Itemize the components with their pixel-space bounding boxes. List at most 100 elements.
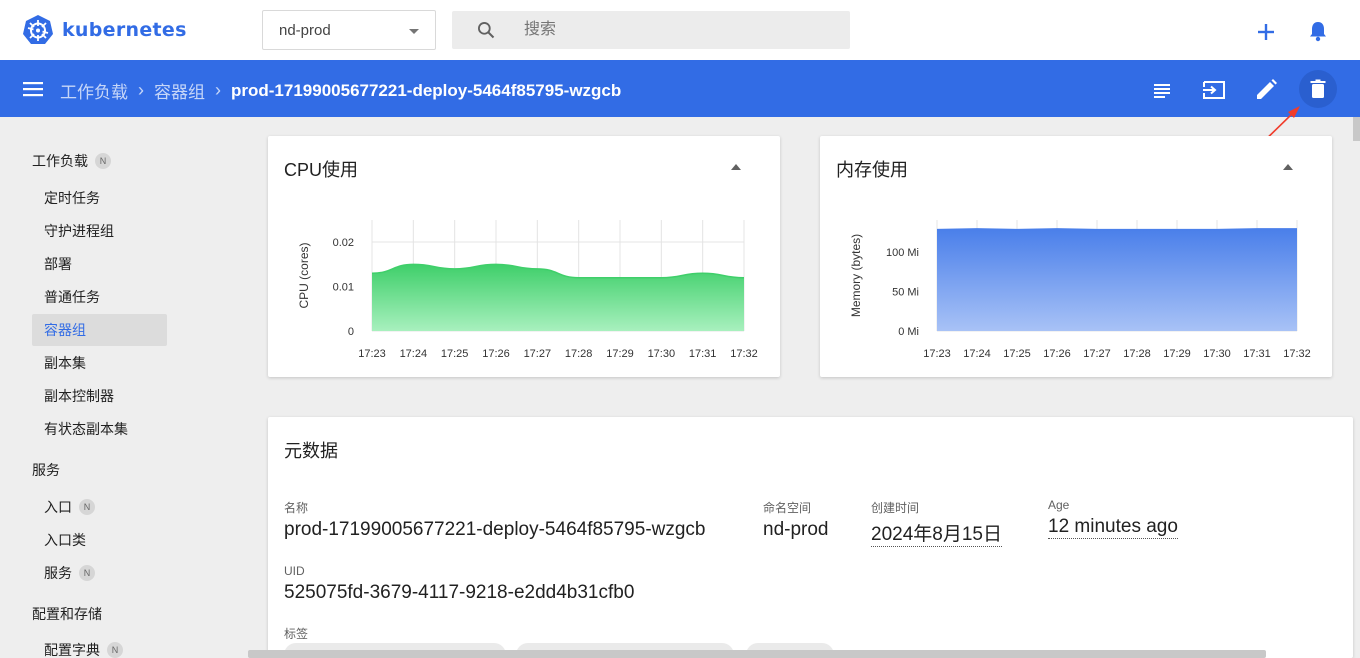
y-axis-label: Memory (bytes) [849,234,863,317]
sidebar-group-service[interactable]: 服务 [32,460,60,480]
name-value: prod-17199005677221-deploy-5464f85795-wz… [284,519,706,540]
kubernetes-wheel-icon [23,15,53,44]
x-tick-label: 17:28 [565,348,593,360]
y-tick-label: 0.02 [333,237,354,249]
x-tick-label: 17:24 [400,348,428,360]
metadata-card: 元数据 名称 prod-17199005677221-deploy-5464f8… [268,417,1353,658]
sidebar-item-label: 副本控制器 [44,388,114,404]
sidebar-item-cronjobs[interactable]: 定时任务 [32,182,167,214]
breadcrumb: 工作负载 › 容器组 › prod-17199005677221-deploy-… [60,78,621,103]
y-tick-label: 0 Mi [898,326,919,338]
memory-usage-card: 内存使用 0 Mi 50 Mi 100 Mi 17:23 17:24 17:25 17:26… [820,136,1332,377]
create-plus-icon[interactable] [1254,20,1278,44]
labels-label: 标签 [284,627,309,641]
sidebar-group-label: 工作负载 [32,153,88,169]
y-tick-label: 100 Mi [886,247,919,259]
search-input[interactable] [524,11,824,49]
delete-trash-icon [1310,79,1326,98]
x-tick-label: 17:27 [1083,348,1111,360]
sidebar-item-label: 部署 [44,256,72,272]
sidebar-item-ingresses[interactable]: 入口 N [32,491,167,523]
namespace-value: nd-prod [279,22,331,39]
uid-value: 525075fd-3679-4117-9218-e2dd4b31cfb0 [284,582,635,603]
x-tick-label: 17:23 [358,348,386,360]
sidebar-item-replicationcontrollers[interactable]: 副本控制器 [32,380,167,412]
sidebar-item-services[interactable]: 服务 N [32,557,167,589]
vertical-scrollbar[interactable] [1353,117,1360,141]
namespace-label: 命名空间 [763,501,812,515]
namespaced-badge: N [79,499,95,515]
cpu-chart: 0 0.01 0.02 17:23 17:24 17:25 17:26 17:27 17:28 1… [297,220,758,360]
sidebar-item-pods[interactable]: 容器组 [32,314,167,346]
horizontal-scrollbar[interactable] [248,650,1266,658]
delete-button[interactable] [1299,70,1337,108]
x-tick-label: 17:31 [1243,348,1271,360]
sidebar-item-label: 副本集 [44,355,86,371]
sidebar: 工作负载 N 定时任务 守护进程组 部署 普通任务 容器组 副本集 副本控制器 … [0,117,248,658]
kubernetes-logo[interactable]: kubernetes [22,14,187,46]
x-tick-label: 17:30 [648,348,676,360]
sidebar-item-replicasets[interactable]: 副本集 [32,347,167,379]
exec-icon[interactable] [1201,77,1227,103]
age-value[interactable]: 12 minutes ago [1048,516,1178,539]
sidebar-group-label: 配置和存储 [32,606,102,622]
x-tick-label: 17:23 [923,348,951,360]
name-label: 名称 [284,501,309,515]
x-tick-label: 17:29 [1163,348,1191,360]
sidebar-item-label: 容器组 [44,322,86,338]
sidebar-item-ingressclasses[interactable]: 入口类 [32,524,167,556]
x-tick-label: 17:25 [441,348,469,360]
sidebar-item-deployments[interactable]: 部署 [32,248,167,280]
cpu-usage-card: CPU使用 0 0.01 0.02 17:23 17:24 17:25 17:26 17:27… [268,136,780,377]
x-tick-label: 17:30 [1203,348,1231,360]
series-area [937,228,1297,331]
y-tick-label: 50 Mi [892,287,919,299]
chevron-down-icon [409,29,419,34]
edit-pencil-icon[interactable] [1253,77,1279,103]
sidebar-item-label: 服务 [44,565,72,581]
sidebar-item-label: 定时任务 [44,190,100,206]
sidebar-item-jobs[interactable]: 普通任务 [32,281,167,313]
breadcrumb-pods[interactable]: 容器组 [154,78,205,103]
sidebar-item-label: 配置字典 [44,642,100,658]
x-tick-label: 17:32 [730,348,758,360]
sidebar-group-config[interactable]: 配置和存储 [32,604,102,624]
sidebar-item-configmaps[interactable]: 配置字典 N [32,634,167,658]
created-label: 创建时间 [871,501,920,515]
x-tick-label: 17:32 [1283,348,1311,360]
top-bar: kubernetes nd-prod [0,0,1360,60]
sidebar-item-label: 普通任务 [44,289,100,305]
y-tick-label: 0 [348,326,354,338]
x-tick-label: 17:26 [482,348,510,360]
breadcrumb-current-pod: prod-17199005677221-deploy-5464f85795-wz… [231,80,622,100]
metadata-title: 元数据 [284,441,338,461]
sidebar-item-label: 入口 [44,499,72,515]
x-tick-label: 17:28 [1123,348,1151,360]
y-axis-label: CPU (cores) [297,242,311,308]
namespaced-badge: N [79,565,95,581]
created-value[interactable]: 2024年8月15日 [871,519,1002,547]
uid-label: UID [284,564,305,578]
x-tick-label: 17:29 [606,348,634,360]
namespace-select[interactable]: nd-prod [262,10,436,50]
series-line [936,228,1297,231]
chevron-right-icon: › [215,80,221,100]
breadcrumb-workloads[interactable]: 工作负载 [60,78,128,103]
namespaced-badge: N [107,642,123,658]
search-icon [478,22,495,39]
logs-icon[interactable] [1149,78,1175,104]
sidebar-group-label: 服务 [32,462,60,478]
notifications-bell-icon[interactable] [1306,19,1330,43]
search-box[interactable] [452,11,850,49]
sidebar-group-workloads[interactable]: 工作负载 N [32,151,111,171]
sidebar-item-statefulsets[interactable]: 有状态副本集 [32,413,167,445]
sidebar-item-daemonsets[interactable]: 守护进程组 [32,215,167,247]
memory-chart: 0 Mi 50 Mi 100 Mi 17:23 17:24 17:25 17:26 17:27… [849,220,1311,360]
chevron-right-icon: › [138,80,144,100]
menu-hamburger-icon[interactable] [22,78,44,100]
age-label: Age [1048,498,1070,512]
sidebar-item-label: 有状态副本集 [44,421,128,437]
sidebar-item-label: 入口类 [44,532,86,548]
namespace-value: nd-prod [763,519,829,540]
x-tick-label: 17:31 [689,348,717,360]
